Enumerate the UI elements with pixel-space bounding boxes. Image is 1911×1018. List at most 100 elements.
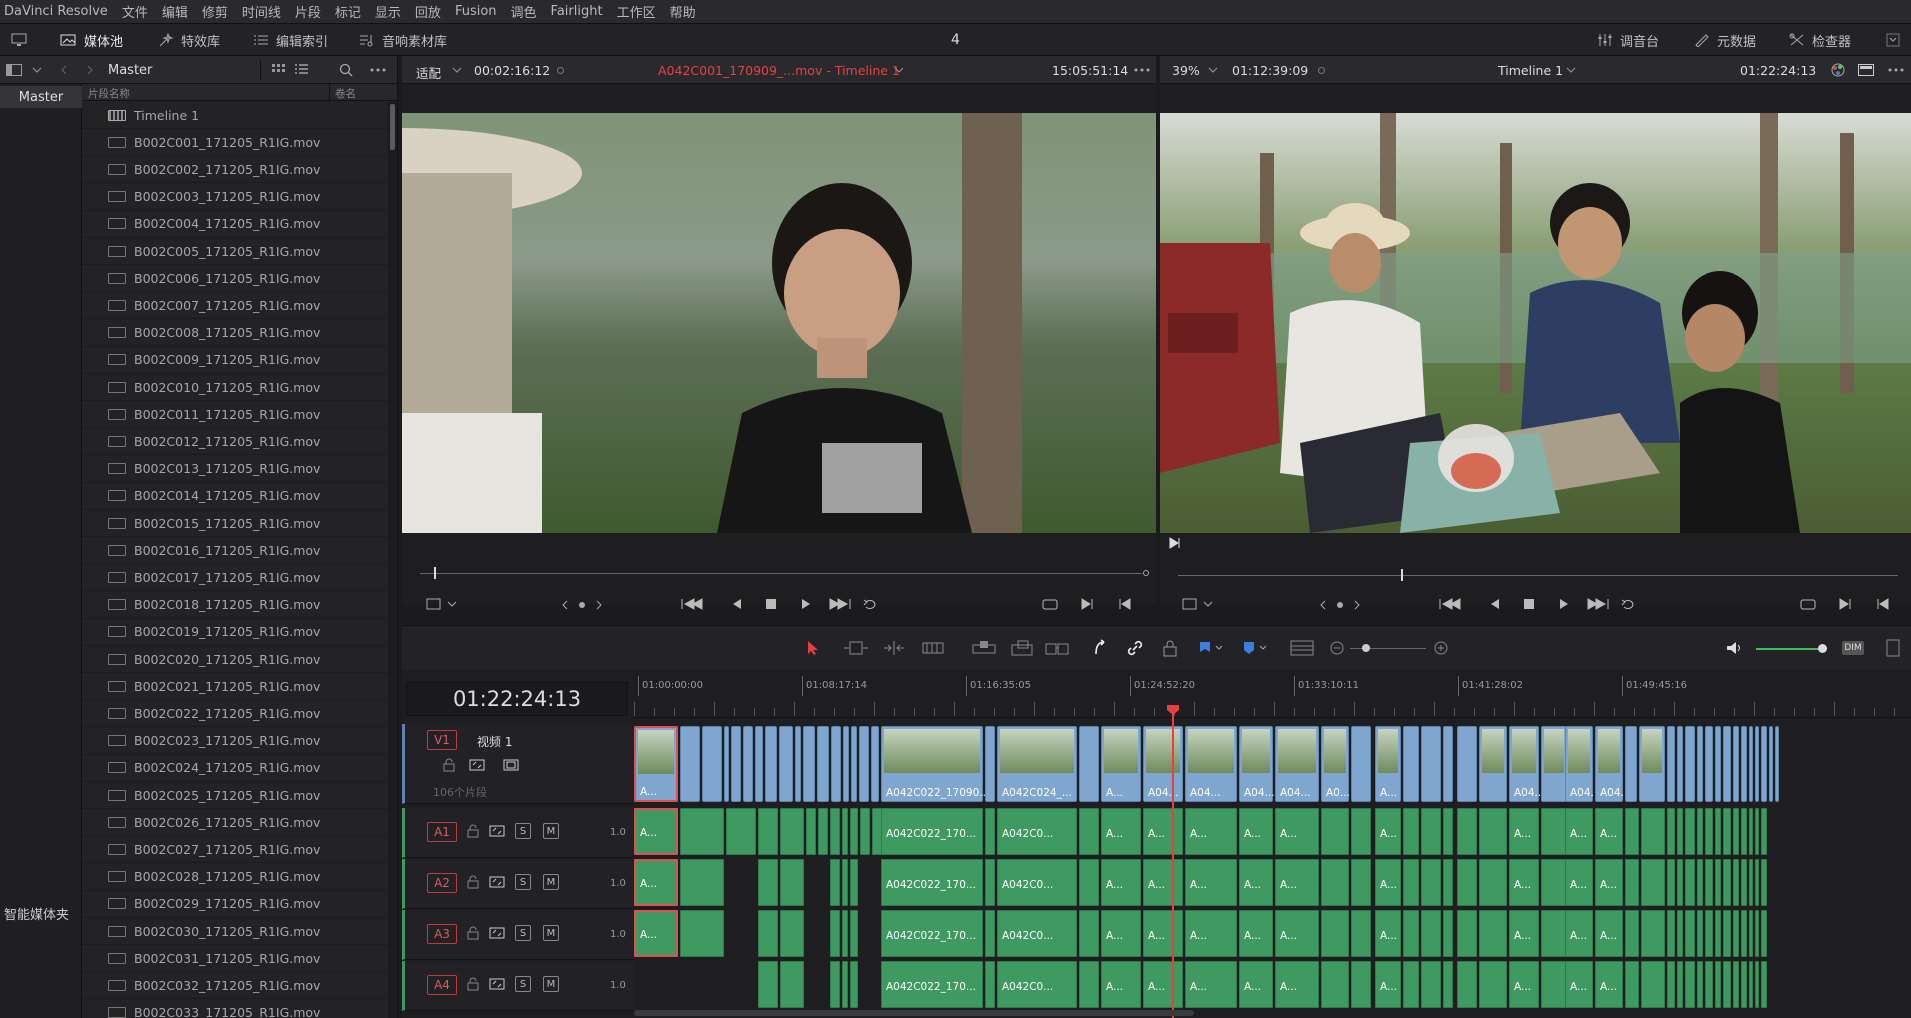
video-clip[interactable] — [1421, 726, 1441, 802]
lock-icon[interactable] — [467, 875, 479, 889]
audio-clip[interactable] — [780, 859, 804, 906]
audio-clip[interactable] — [1403, 961, 1419, 1008]
chevron-down-icon[interactable] — [452, 67, 462, 73]
audio-clip[interactable] — [1421, 910, 1441, 957]
media-clip-item[interactable]: B002C008_171205_R1IG.mov — [82, 320, 388, 347]
audio-clip[interactable] — [1677, 961, 1683, 1008]
audio-clip[interactable]: A... — [1275, 910, 1319, 957]
audio-clip[interactable] — [1755, 910, 1759, 957]
media-clip-item[interactable]: B002C001_171205_R1IG.mov — [82, 129, 388, 157]
audio-clip[interactable]: A... — [1143, 910, 1183, 957]
more-options-icon[interactable] — [1888, 68, 1904, 72]
audio-clip[interactable]: A... — [1509, 859, 1539, 906]
audio-clip[interactable]: A... — [1275, 859, 1319, 906]
audio-clip[interactable]: A... — [1275, 961, 1319, 1008]
audio-clip[interactable] — [1403, 808, 1419, 855]
video-clip[interactable] — [851, 726, 857, 802]
audio-clip[interactable] — [1443, 859, 1453, 906]
menu-item[interactable]: 标记 — [335, 2, 361, 21]
audio-clip[interactable] — [1741, 961, 1747, 1008]
video-clip[interactable] — [1625, 726, 1637, 802]
audio-clip[interactable] — [1667, 961, 1675, 1008]
metadata-button[interactable]: 元数据 — [1693, 24, 1756, 56]
audio-clip[interactable]: A042C022_170... — [881, 961, 983, 1008]
media-clip-item[interactable]: B002C013_171205_R1IG.mov — [82, 456, 388, 483]
video-clip[interactable] — [1715, 726, 1721, 802]
audio-clip[interactable] — [1749, 961, 1753, 1008]
video-clip[interactable] — [1705, 726, 1713, 802]
media-clip-item[interactable]: B002C022_171205_R1IG.mov — [82, 700, 388, 728]
grid-view-icon[interactable] — [272, 64, 285, 76]
audio-clip[interactable]: A042C022_170... — [881, 859, 983, 906]
audio-clip[interactable] — [806, 808, 816, 855]
audio-clip[interactable]: A042C022_170... — [881, 808, 983, 855]
audio-clip[interactable] — [1479, 910, 1507, 957]
video-clip[interactable] — [985, 726, 995, 802]
more-options-icon[interactable] — [370, 68, 386, 72]
audio-clip[interactable] — [850, 961, 858, 1008]
timeline-ruler[interactable]: 01:00:00:00 01:08:17:14 01:16:35:05 01:24:5… — [634, 670, 1911, 718]
forward-arrow-icon[interactable] — [86, 65, 94, 75]
media-clip-item[interactable]: B002C021_171205_R1IG.mov — [82, 673, 388, 701]
audio-clip[interactable] — [758, 961, 778, 1008]
video-clip[interactable]: A... — [1375, 726, 1401, 802]
menu-item[interactable]: 时间线 — [242, 2, 281, 21]
menu-item[interactable]: 修剪 — [202, 2, 228, 21]
media-clip-item[interactable]: B002C023_171205_R1IG.mov — [82, 728, 388, 755]
video-clip[interactable] — [1697, 726, 1703, 802]
mute-button[interactable]: M — [543, 976, 559, 992]
solo-button[interactable]: S — [515, 976, 531, 992]
timeline-playhead-mini[interactable] — [1401, 569, 1404, 581]
audio-clip[interactable] — [1705, 808, 1713, 855]
audio-clip[interactable] — [1079, 910, 1099, 957]
menu-item[interactable]: 编辑 — [162, 2, 188, 21]
audio-clip[interactable]: A... — [1565, 808, 1593, 855]
jog-control-icon[interactable] — [562, 599, 602, 611]
solo-button[interactable]: S — [515, 925, 531, 941]
audio-clip[interactable] — [1403, 910, 1419, 957]
inspector-button[interactable]: 检查器 — [1788, 24, 1851, 56]
video-clip[interactable]: A... — [1101, 726, 1141, 802]
audio-clip[interactable]: A... — [1101, 961, 1141, 1008]
video-clip[interactable] — [843, 726, 849, 802]
audio-clip[interactable] — [1685, 961, 1695, 1008]
video-clip[interactable]: A04... — [1509, 726, 1545, 802]
video-clip[interactable]: A04... — [1595, 726, 1631, 802]
chevron-down-icon[interactable] — [1566, 67, 1576, 73]
media-clip-item[interactable]: B002C003_171205_R1IG.mov — [82, 184, 388, 211]
clip-view-icon[interactable] — [1182, 597, 1214, 611]
audio-clip[interactable] — [830, 910, 840, 957]
audio-clip[interactable] — [1667, 808, 1675, 855]
video-clip[interactable] — [724, 726, 729, 802]
audio-clip[interactable] — [1479, 859, 1507, 906]
menu-item[interactable]: DaVinci Resolve — [4, 4, 108, 19]
audio-clip[interactable]: A... — [1185, 961, 1237, 1008]
menu-item[interactable]: Fairlight — [551, 4, 603, 19]
audio-clip[interactable]: A... — [634, 808, 678, 855]
source-match-buttons[interactable] — [1042, 597, 1142, 611]
audio-clip[interactable] — [680, 808, 724, 855]
solo-button[interactable]: S — [515, 874, 531, 890]
audio-clip[interactable]: A... — [1509, 808, 1539, 855]
audio-clip[interactable] — [1403, 859, 1419, 906]
audio-clip[interactable] — [1723, 859, 1731, 906]
audio-clip[interactable] — [1749, 808, 1753, 855]
media-clip-item[interactable]: B002C007_171205_R1IG.mov — [82, 292, 388, 320]
zoom-in-icon[interactable] — [1434, 641, 1448, 655]
media-clip-item[interactable]: B002C018_171205_R1IG.mov — [82, 592, 388, 619]
audio-clip[interactable] — [680, 910, 724, 957]
trim-tool-icon[interactable] — [842, 640, 870, 656]
audio-clip[interactable] — [1351, 859, 1371, 906]
audio-clip[interactable] — [1625, 859, 1639, 906]
bin-master[interactable]: Master — [0, 86, 82, 108]
chevron-down-icon[interactable] — [32, 67, 42, 73]
col-name[interactable]: 片段名称 — [88, 86, 130, 101]
lock-icon[interactable] — [467, 824, 479, 838]
audio-clip[interactable] — [1321, 961, 1349, 1008]
sound-library-button[interactable]: 音响素材库 — [358, 24, 447, 56]
audio-clip[interactable] — [1741, 859, 1747, 906]
playhead-handle[interactable] — [1166, 704, 1180, 716]
dynamic-trim-icon[interactable] — [880, 640, 908, 656]
menu-item[interactable]: 回放 — [415, 2, 441, 21]
overwrite-clip-icon[interactable] — [1010, 640, 1034, 656]
